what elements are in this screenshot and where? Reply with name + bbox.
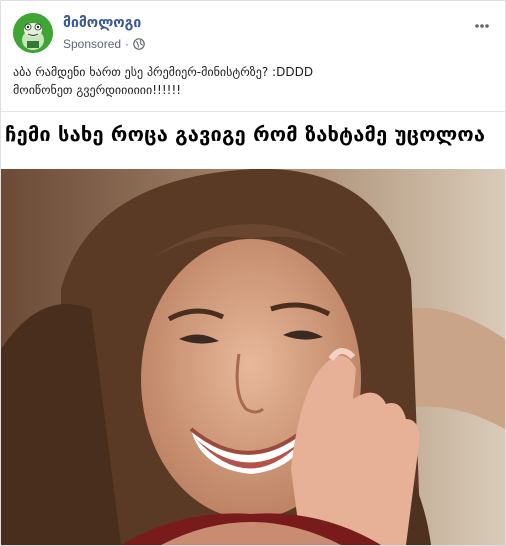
page-name-link[interactable]: მიმოლოგი [63, 15, 141, 31]
post-header: მიმოლოგი Sponsored · [13, 13, 493, 53]
post-media[interactable]: ჩემი სახე როცა გავიგე რომ ზახტამე უცოლოა [1, 111, 505, 545]
sponsored-label[interactable]: Sponsored [63, 37, 121, 51]
laughing-woman-photo [1, 169, 505, 545]
page-avatar[interactable] [13, 13, 53, 53]
sponsored-post-card: მიმოლოგი Sponsored · აბა რამდენი ხართ ეს… [0, 0, 506, 546]
caption-line: მოიწონეთ გვერდიიიიიი!!!!!! [13, 83, 182, 97]
meme-title-bar: ჩემი სახე როცა გავიგე რომ ზახტამე უცოლოა [1, 111, 505, 170]
meta-separator: · [125, 37, 130, 51]
globe-icon[interactable] [133, 38, 145, 50]
meme-photo[interactable] [1, 169, 505, 545]
frog-icon [13, 13, 53, 53]
more-options-icon[interactable] [471, 15, 493, 37]
post-caption: აბა რამდენი ხართ ესე პრემიერ-მინისტრზე? … [13, 63, 493, 99]
post-meta: Sponsored · [63, 37, 145, 51]
caption-line: აბა რამდენი ხართ ესე პრემიერ-მინისტრზე? … [13, 65, 314, 79]
meme-title: ჩემი სახე როცა გავიგე რომ ზახტამე უცოლოა [5, 122, 486, 146]
